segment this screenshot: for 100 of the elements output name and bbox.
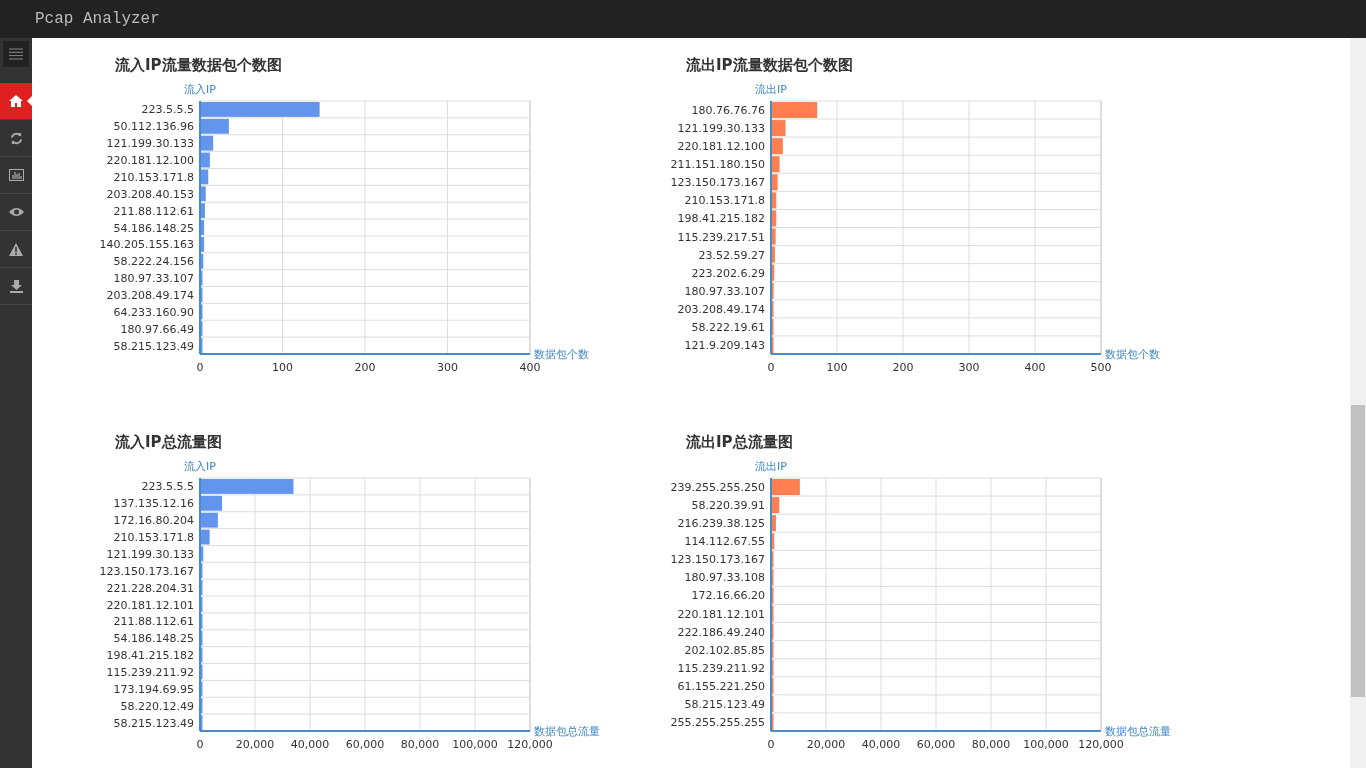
tick-label: 0 [767, 738, 775, 751]
axis-title: 流入IP [184, 83, 216, 96]
tick-label: 220.181.12.101 [106, 598, 194, 612]
tick-label: 20,000 [806, 738, 846, 751]
scrollbar-thumb[interactable] [1351, 405, 1365, 697]
tick-label: 137.135.12.16 [113, 497, 194, 511]
bar [200, 152, 210, 168]
tick-label: 223.5.5.5 [141, 103, 194, 117]
tick-label: 180.97.33.107 [684, 284, 765, 298]
tick-label: 54.186.148.25 [113, 221, 194, 235]
tick-label: 172.16.66.20 [691, 589, 765, 603]
app-title: Pcap Analyzer [35, 10, 160, 28]
tick-label: 58.215.123.49 [113, 339, 194, 353]
tick-label: 210.153.171.8 [113, 531, 194, 545]
tick-label: 123.150.173.167 [670, 176, 765, 190]
home-icon [9, 95, 23, 107]
tick-label: 255.255.255.255 [670, 715, 765, 729]
tick-label: 180.97.33.108 [684, 571, 765, 585]
tick-label: 211.88.112.61 [113, 204, 194, 218]
tick-label: 58.222.19.61 [691, 320, 765, 334]
axis-title: 数据包总流量 [1105, 725, 1171, 738]
chart-title: 流出IP流量数据包个数图 [686, 56, 854, 75]
tick-label: 58.215.123.49 [684, 697, 765, 711]
axis-title: 数据包个数 [534, 348, 589, 361]
tick-label: 400 [1024, 361, 1046, 374]
tick-label: 123.150.173.167 [99, 564, 194, 578]
axis-title: 流出IP [755, 460, 787, 473]
tick-label: 100,000 [452, 738, 498, 751]
tick-label: 210.153.171.8 [113, 170, 194, 184]
download-icon [9, 279, 23, 293]
tick-label: 221.228.204.31 [106, 581, 194, 595]
tick-label: 100 [272, 361, 293, 374]
tick-label: 202.102.85.85 [684, 643, 765, 657]
sidebar-item[interactable] [0, 83, 32, 120]
tick-label: 211.151.180.150 [670, 158, 765, 172]
tick-label: 300 [958, 361, 980, 374]
bar [771, 156, 780, 173]
menu-icon [9, 48, 23, 60]
tick-label: 121.199.30.133 [106, 547, 194, 561]
tick-label: 40,000 [290, 738, 330, 751]
tick-label: 50.112.136.96 [113, 120, 194, 134]
tick-label: 0 [196, 738, 204, 751]
refresh-icon [9, 131, 23, 145]
tick-label: 115.239.211.92 [677, 661, 765, 675]
tick-label: 210.153.171.8 [684, 194, 765, 208]
menu-button[interactable] [3, 41, 29, 67]
chart-title: 流出IP总流量图 [686, 433, 794, 452]
tick-label: 115.239.211.92 [106, 665, 194, 679]
tick-label: 58.215.123.49 [113, 716, 194, 730]
tick-label: 60,000 [345, 738, 385, 751]
tick-label: 203.208.40.153 [106, 187, 194, 201]
tick-label: 211.88.112.61 [113, 615, 194, 629]
tick-label: 80,000 [400, 738, 440, 751]
tick-label: 58.220.12.49 [120, 699, 194, 713]
tick-label: 180.97.66.49 [120, 322, 194, 336]
tick-label: 121.199.30.133 [677, 122, 765, 136]
bar [771, 138, 783, 155]
tick-label: 216.239.38.125 [677, 517, 765, 531]
tick-label: 0 [767, 361, 775, 374]
tick-label: 114.112.67.55 [684, 535, 765, 549]
chart-title: 流入IP流量数据包个数图 [115, 56, 283, 75]
axis-title: 流出IP [755, 83, 787, 96]
tick-label: 58.222.24.156 [113, 255, 194, 269]
tick-label: 220.181.12.101 [677, 607, 765, 621]
bar-chart-icon [8, 169, 24, 181]
tick-label: 198.41.215.182 [677, 212, 765, 226]
tick-label: 123.150.173.167 [670, 553, 765, 567]
tick-label: 198.41.215.182 [106, 649, 194, 663]
tick-label: 54.186.148.25 [113, 632, 194, 646]
tick-label: 300 [437, 361, 458, 374]
scrollbar[interactable] [1350, 38, 1366, 768]
tick-label: 64.233.160.90 [113, 305, 194, 319]
tick-label: 80,000 [971, 738, 1011, 751]
tick-label: 40,000 [861, 738, 901, 751]
eye-icon [8, 207, 24, 217]
tick-label: 60,000 [916, 738, 956, 751]
tick-label: 100 [826, 361, 848, 374]
tick-label: 222.186.49.240 [677, 625, 765, 639]
tick-label: 23.52.59.27 [698, 248, 765, 262]
tick-label: 500 [1090, 361, 1112, 374]
tick-label: 115.239.217.51 [677, 230, 765, 244]
tick-label: 180.97.33.107 [113, 272, 194, 286]
axis-title: 数据包个数 [1105, 348, 1160, 361]
tick-label: 172.16.80.204 [113, 514, 194, 528]
tick-label: 223.5.5.5 [141, 480, 194, 494]
tick-label: 220.181.12.100 [677, 140, 765, 154]
axis-title: 数据包总流量 [534, 725, 600, 738]
tick-label: 0 [196, 361, 204, 374]
tick-label: 239.255.255.250 [670, 481, 765, 495]
tick-label: 140.205.155.163 [99, 238, 194, 252]
tick-label: 121.199.30.133 [106, 137, 194, 151]
tick-label: 223.202.6.29 [691, 266, 765, 280]
axis-title: 流入IP [184, 460, 216, 473]
chart-title: 流入IP总流量图 [115, 433, 223, 452]
tick-label: 61.155.221.250 [677, 679, 765, 693]
tick-label: 200 [892, 361, 914, 374]
tick-label: 120,000 [1078, 738, 1124, 751]
tick-label: 220.181.12.100 [106, 154, 194, 168]
tick-label: 120,000 [507, 738, 553, 751]
tick-label: 200 [354, 361, 376, 374]
